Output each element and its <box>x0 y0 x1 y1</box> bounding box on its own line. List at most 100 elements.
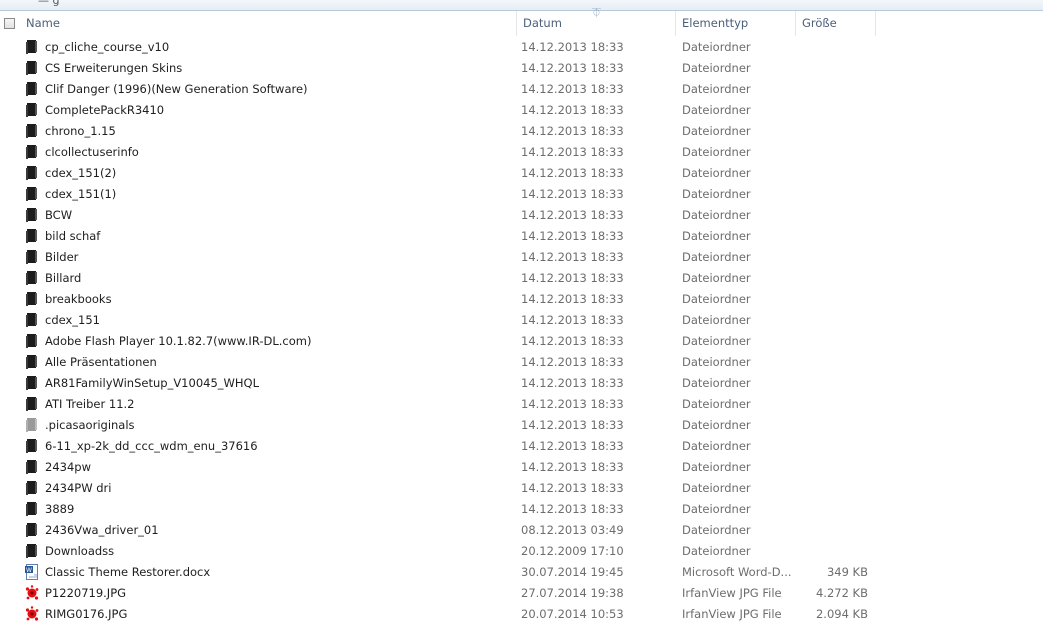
file-row[interactable]: CompletePackR3410 14.12.2013 18:33 Dateior… <box>0 100 1043 121</box>
file-row[interactable]: 2434pw 14.12.2013 18:33 Dateiordner <box>0 457 1043 478</box>
file-row[interactable]: cp_cliche_course_v10 14.12.2013 18:33 Date… <box>0 37 1043 58</box>
file-row[interactable]: Alle Präsentationen 14.12.2013 18:33 Datei… <box>0 352 1043 373</box>
file-row[interactable]: breakbooks 14.12.2013 18:33 Dateiordner <box>0 289 1043 310</box>
file-date: 14.12.2013 18:33 <box>521 187 624 201</box>
file-date: 14.12.2013 18:33 <box>521 460 624 474</box>
file-row[interactable]: 6-11_xp-2k_dd_ccc_wdm_enu_37616 14.12.201… <box>0 436 1043 457</box>
file-name: CompletePackR3410 <box>45 103 165 117</box>
file-row[interactable]: Adobe Flash Player 10.1.82.7(www.IR-DL.c… <box>0 331 1043 352</box>
file-type: IrfanView JPG File <box>682 586 782 600</box>
file-name: 3889 <box>45 502 75 516</box>
file-name: .picasaoriginals <box>45 418 135 432</box>
file-name: Classic Theme Restorer.docx <box>45 565 211 579</box>
file-size: 4.272 KB <box>815 586 868 600</box>
select-all-checkbox[interactable] <box>4 18 15 29</box>
file-name: 2436Vwa_driver_01 <box>45 523 159 537</box>
file-row[interactable]: chrono_1.15 14.12.2013 18:33 Dateiordner <box>0 121 1043 142</box>
file-type: Dateiordner <box>682 124 751 138</box>
folder-icon <box>25 144 39 160</box>
file-date: 14.12.2013 18:33 <box>521 313 624 327</box>
folder-icon <box>25 312 39 328</box>
file-row[interactable]: W Classic Theme Restorer.docx 30.07.2014 1… <box>0 562 1043 583</box>
file-row[interactable]: cdex_151 14.12.2013 18:33 Dateiordner <box>0 310 1043 331</box>
file-name: Billard <box>45 271 82 285</box>
file-type: Dateiordner <box>682 292 751 306</box>
file-row[interactable]: Clif Danger (1996)(New Generation Softwa… <box>0 79 1043 100</box>
file-name: 6-11_xp-2k_dd_ccc_wdm_enu_37616 <box>45 439 258 453</box>
folder-icon <box>25 249 39 265</box>
file-date: 14.12.2013 18:33 <box>521 124 624 138</box>
title-fragment: — g <box>38 0 60 7</box>
file-row[interactable]: BCW 14.12.2013 18:33 Dateiordner <box>0 205 1043 226</box>
folder-icon <box>25 375 39 391</box>
file-type: Dateiordner <box>682 103 751 117</box>
file-type: Dateiordner <box>682 145 751 159</box>
column-header: Name Datum Elementtyp Größe ⏁ <box>0 9 1043 36</box>
folder-icon <box>25 123 39 139</box>
file-date: 14.12.2013 18:33 <box>521 334 624 348</box>
column-header-size[interactable]: Größe <box>796 11 876 36</box>
file-row[interactable]: Downloadss 20.12.2009 17:10 Dateiordner <box>0 541 1043 562</box>
file-date: 14.12.2013 18:33 <box>521 229 624 243</box>
file-type: Dateiordner <box>682 187 751 201</box>
file-name: AR81FamilyWinSetup_V10045_WHQL <box>45 376 259 390</box>
file-name: P1220719.JPG <box>45 586 127 600</box>
column-header-name[interactable]: Name <box>20 11 517 36</box>
file-name: 2434PW dri <box>45 481 112 495</box>
file-row[interactable]: cdex_151(2) 14.12.2013 18:33 Dateiordner <box>0 163 1043 184</box>
word-document-icon: W <box>25 564 39 580</box>
svg-text:W: W <box>26 567 32 574</box>
file-row[interactable]: cdex_151(1) 14.12.2013 18:33 Dateiordner <box>0 184 1043 205</box>
folder-icon <box>25 291 39 307</box>
file-type: Dateiordner <box>682 460 751 474</box>
folder-icon <box>25 543 39 559</box>
irfanview-image-icon <box>25 606 39 622</box>
file-type: Dateiordner <box>682 166 751 180</box>
file-row[interactable]: P1220719.JPG 27.07.2014 19:38 IrfanView JP… <box>0 583 1043 604</box>
file-date: 14.12.2013 18:33 <box>521 376 624 390</box>
file-date: 14.12.2013 18:33 <box>521 82 624 96</box>
folder-icon <box>25 207 39 223</box>
file-type: Dateiordner <box>682 439 751 453</box>
file-type: Dateiordner <box>682 355 751 369</box>
folder-icon <box>25 396 39 412</box>
file-name: Adobe Flash Player 10.1.82.7(www.IR-DL.c… <box>45 334 312 348</box>
sort-indicator-icon: ⏁ <box>592 9 602 19</box>
file-row[interactable]: 2436Vwa_driver_01 08.12.2013 03:49 Dateior… <box>0 520 1043 541</box>
file-row[interactable]: bild schaf 14.12.2013 18:33 Dateiordner <box>0 226 1043 247</box>
file-date: 14.12.2013 18:33 <box>521 397 624 411</box>
file-type: Microsoft Word-D... <box>682 565 792 579</box>
file-date: 14.12.2013 18:33 <box>521 355 624 369</box>
file-date: 14.12.2013 18:33 <box>521 418 624 432</box>
folder-icon <box>25 522 39 538</box>
file-name: cdex_151(2) <box>45 166 117 180</box>
file-date: 14.12.2013 18:33 <box>521 292 624 306</box>
file-row[interactable]: Bilder 14.12.2013 18:33 Dateiordner <box>0 247 1043 268</box>
file-name: bild schaf <box>45 229 101 243</box>
file-row[interactable]: CS Erweiterungen Skins 14.12.2013 18:33 Da… <box>0 58 1043 79</box>
folder-icon <box>25 354 39 370</box>
file-row[interactable]: AR81FamilyWinSetup_V10045_WHQL 14.12.2013… <box>0 373 1043 394</box>
folder-icon <box>25 186 39 202</box>
folder-icon <box>25 102 39 118</box>
file-row[interactable]: clcollectuserinfo 14.12.2013 18:33 Dateior… <box>0 142 1043 163</box>
file-type: Dateiordner <box>682 376 751 390</box>
file-type: Dateiordner <box>682 229 751 243</box>
file-row[interactable]: .picasaoriginals 14.12.2013 18:33 Dateiord… <box>0 415 1043 436</box>
file-type: Dateiordner <box>682 313 751 327</box>
file-type: Dateiordner <box>682 544 751 558</box>
column-header-type[interactable]: Elementtyp <box>676 11 796 36</box>
file-row[interactable]: 2434PW dri 14.12.2013 18:33 Dateiordner <box>0 478 1043 499</box>
file-date: 14.12.2013 18:33 <box>521 502 624 516</box>
file-name: breakbooks <box>45 292 112 306</box>
file-row[interactable]: 3889 14.12.2013 18:33 Dateiordner <box>0 499 1043 520</box>
file-name: cp_cliche_course_v10 <box>45 40 170 54</box>
file-row[interactable]: Billard 14.12.2013 18:33 Dateiordner <box>0 268 1043 289</box>
folder-icon <box>25 228 39 244</box>
file-row[interactable]: ATI Treiber 11.2 14.12.2013 18:33 Dateiord… <box>0 394 1043 415</box>
file-date: 08.12.2013 03:49 <box>521 523 624 537</box>
file-date: 14.12.2013 18:33 <box>521 103 624 117</box>
folder-icon <box>25 270 39 286</box>
folder-icon <box>25 165 39 181</box>
folder-icon <box>25 480 39 496</box>
